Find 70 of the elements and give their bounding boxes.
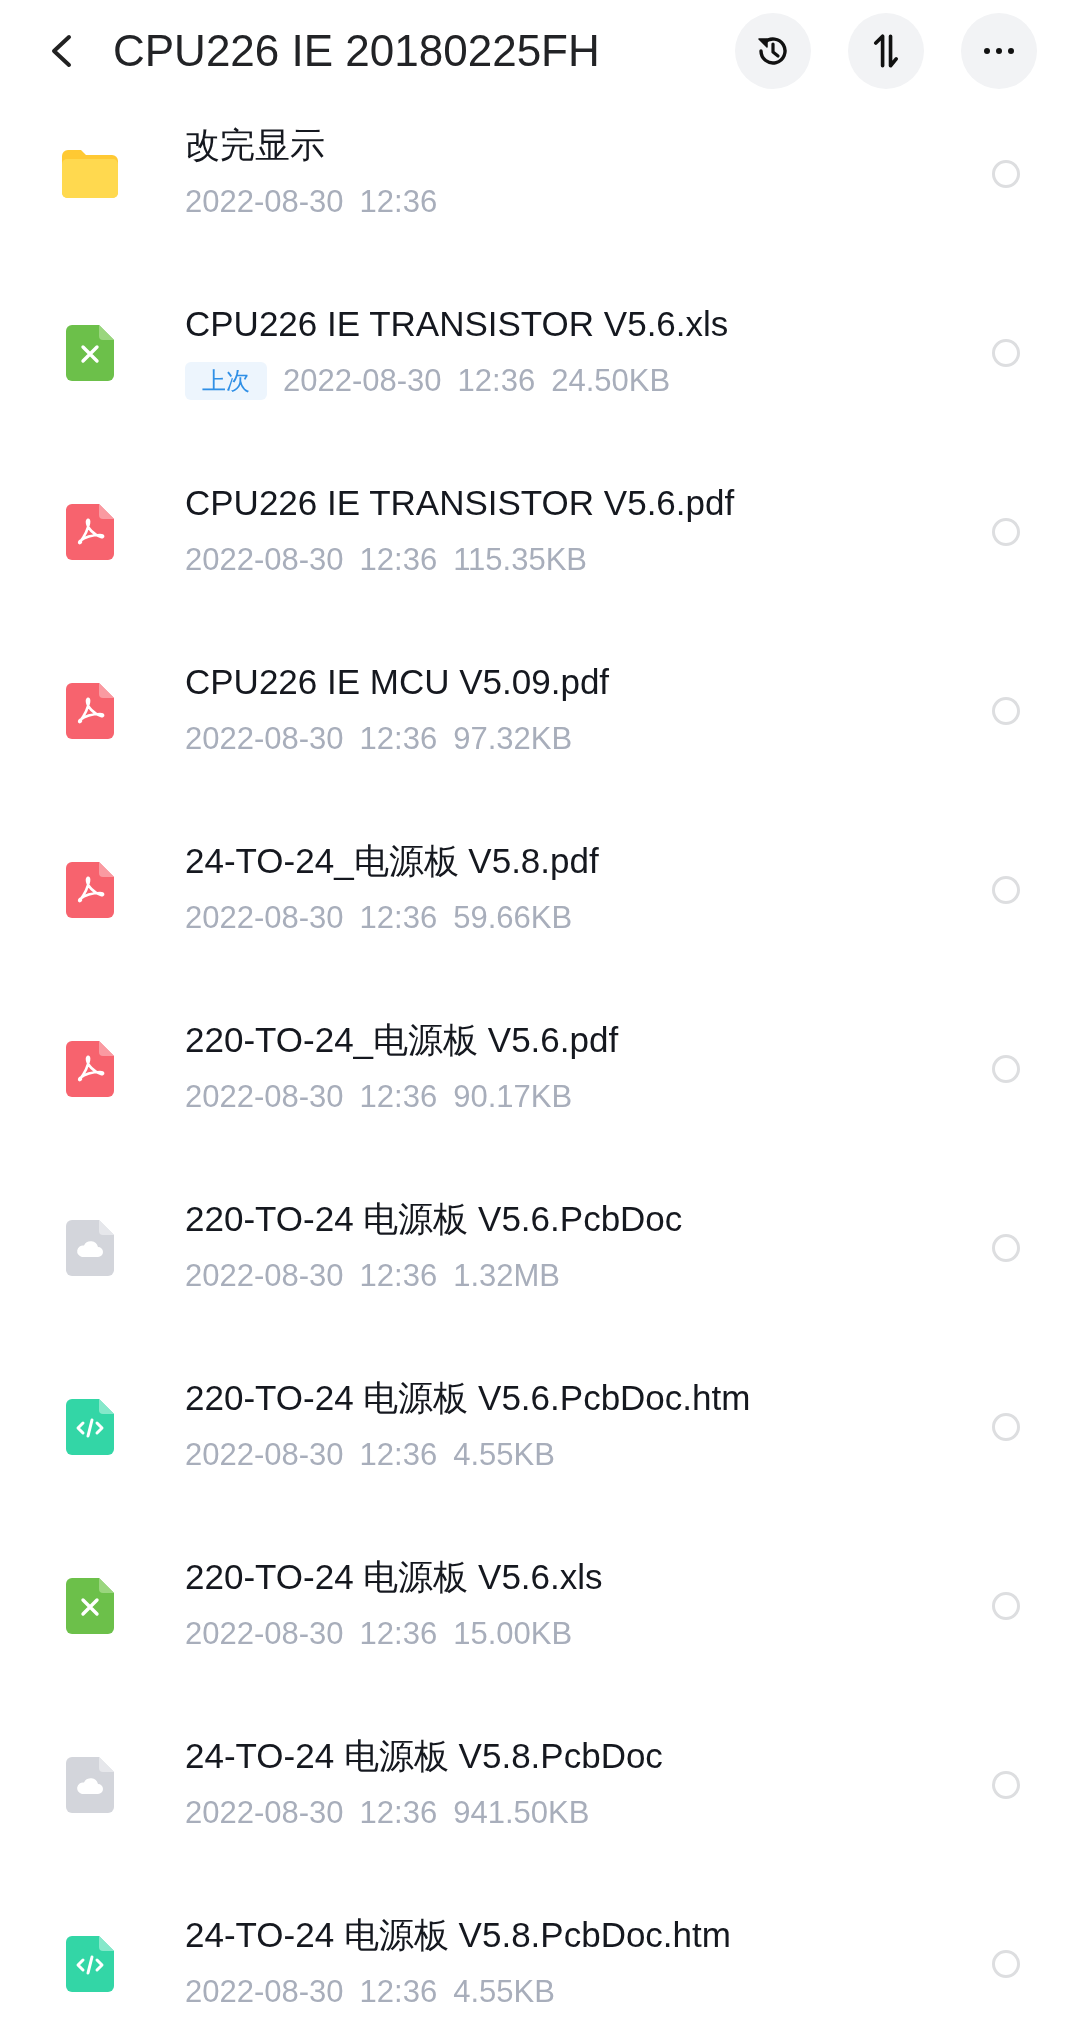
cloud-file-icon [66, 1756, 114, 1813]
select-radio[interactable] [992, 1770, 1020, 1799]
file-name: 改完显示 [185, 123, 326, 166]
file-name: 220-TO-24 电源板 V5.6.xls [185, 1555, 604, 1598]
file-date: 2022-08-30 [185, 898, 344, 937]
file-time: 12:36 [359, 1435, 438, 1474]
file-size: 24.50KB [551, 361, 671, 400]
file-date: 2022-08-30 [185, 1435, 344, 1474]
select-radio[interactable] [992, 875, 1020, 904]
file-name: 24-TO-24 电源板 V5.8.PcbDoc [185, 1734, 664, 1777]
pdf-icon [66, 503, 114, 560]
file-time: 12:36 [359, 1256, 438, 1295]
file-date: 2022-08-30 [185, 1256, 344, 1295]
select-radio[interactable] [992, 1949, 1020, 1978]
file-size: 4.55KB [453, 1972, 555, 2011]
file-name: CPU226 IE TRANSISTOR V5.6.pdf [185, 481, 736, 524]
file-time: 12:36 [359, 898, 438, 937]
select-radio[interactable] [992, 338, 1020, 367]
code-file-icon [66, 1398, 114, 1455]
file-time: 12:36 [457, 361, 536, 400]
file-time: 12:36 [359, 1614, 438, 1653]
folder-title: CPU226 IE 20180225FH [113, 26, 601, 76]
pdf-icon [66, 1040, 114, 1097]
select-radio[interactable] [992, 1412, 1020, 1441]
file-name: 24-TO-24_电源板 V5.8.pdf [185, 839, 600, 882]
file-size: 4.55KB [453, 1435, 555, 1474]
pdf-icon [66, 861, 114, 918]
spreadsheet-icon [66, 1577, 114, 1634]
file-date: 2022-08-30 [185, 1793, 344, 1832]
cloud-file-icon [66, 1219, 114, 1276]
select-radio[interactable] [992, 1591, 1020, 1620]
file-name: CPU226 IE MCU V5.09.pdf [185, 660, 611, 703]
select-radio[interactable] [992, 1233, 1020, 1262]
file-date: 2022-08-30 [185, 719, 344, 758]
file-date: 2022-08-30 [185, 1972, 344, 2011]
select-radio[interactable] [992, 517, 1020, 546]
file-date: 2022-08-30 [185, 1614, 344, 1653]
file-name: 24-TO-24 电源板 V5.8.PcbDoc.htm [185, 1913, 732, 1956]
folder-icon [62, 149, 118, 198]
file-time: 12:36 [359, 1077, 438, 1116]
file-date: 2022-08-30 [185, 1077, 344, 1116]
file-date: 2022-08-30 [185, 540, 344, 579]
file-size: 115.35KB [453, 540, 588, 579]
code-file-icon [66, 1935, 114, 1992]
file-size: 59.66KB [453, 898, 573, 937]
last-opened-badge: 上次 [185, 361, 267, 400]
file-name: 220-TO-24_电源板 V5.6.pdf [185, 1018, 620, 1061]
file-size: 1.32MB [453, 1256, 560, 1295]
pdf-icon [66, 682, 114, 739]
file-size: 90.17KB [453, 1077, 573, 1116]
file-name: CPU226 IE TRANSISTOR V5.6.xls [185, 302, 730, 345]
select-radio[interactable] [992, 696, 1020, 725]
file-size: 97.32KB [453, 719, 573, 758]
file-time: 12:36 [359, 182, 438, 221]
file-time: 12:36 [359, 1793, 438, 1832]
select-radio[interactable] [992, 159, 1020, 188]
file-name: 220-TO-24 电源板 V5.6.PcbDoc [185, 1197, 684, 1240]
file-size: 15.00KB [453, 1614, 573, 1653]
spreadsheet-icon [66, 324, 114, 381]
file-name: 220-TO-24 电源板 V5.6.PcbDoc.htm [185, 1376, 752, 1419]
file-time: 12:36 [359, 540, 438, 579]
file-time: 12:36 [359, 719, 438, 758]
select-radio[interactable] [992, 1054, 1020, 1083]
file-time: 12:36 [359, 1972, 438, 2011]
history-icon [756, 34, 790, 68]
more-icon [984, 48, 1014, 54]
back-icon[interactable] [50, 34, 72, 68]
file-date: 2022-08-30 [185, 182, 344, 221]
file-date: 2022-08-30 [283, 361, 442, 400]
file-size: 941.50KB [453, 1793, 590, 1832]
